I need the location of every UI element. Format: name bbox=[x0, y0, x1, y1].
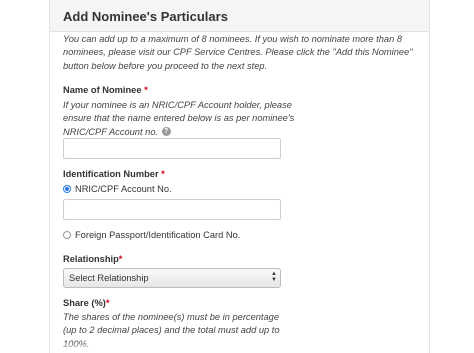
nominee-form-panel: Add Nominee's Particulars You can add up… bbox=[49, 0, 430, 353]
name-hint-text: If your nominee is an NRIC/CPF Account h… bbox=[63, 100, 295, 137]
name-hint: If your nominee is an NRIC/CPF Account h… bbox=[63, 99, 303, 139]
panel-title: Add Nominee's Particulars bbox=[63, 9, 228, 24]
relationship-selected-value: Select Relationship bbox=[69, 273, 149, 283]
id-label-text: Identification Number bbox=[63, 169, 159, 179]
relationship-select[interactable]: Select Relationship ▲ ▼ bbox=[63, 268, 281, 288]
name-of-nominee-label: Name of Nominee * bbox=[63, 85, 148, 95]
intro-text: You can add up to a maximum of 8 nominee… bbox=[63, 34, 413, 71]
nric-radio-label[interactable]: NRIC/CPF Account No. bbox=[75, 184, 172, 194]
required-mark: * bbox=[118, 254, 123, 264]
share-label: Share (%)* bbox=[63, 298, 110, 308]
required-mark: * bbox=[105, 298, 110, 308]
relationship-label: Relationship* bbox=[63, 254, 122, 264]
panel-header: Add Nominee's Particulars bbox=[50, 0, 429, 32]
identification-number-label: Identification Number * bbox=[63, 169, 165, 179]
relationship-label-text: Relationship bbox=[63, 254, 119, 264]
required-mark: * bbox=[144, 85, 148, 95]
foreign-radio-button[interactable] bbox=[63, 231, 71, 239]
bottom-fade bbox=[50, 341, 429, 353]
name-label-text: Name of Nominee bbox=[63, 85, 142, 95]
nominee-name-input[interactable] bbox=[63, 138, 281, 159]
required-mark: * bbox=[161, 169, 165, 179]
radio-nric-option[interactable]: NRIC/CPF Account No. bbox=[63, 184, 172, 194]
radio-foreign-option[interactable]: Foreign Passport/Identification Card No. bbox=[63, 230, 240, 240]
foreign-radio-label[interactable]: Foreign Passport/Identification Card No. bbox=[75, 230, 240, 240]
nric-number-input[interactable] bbox=[63, 199, 281, 220]
select-arrows-icon: ▲ ▼ bbox=[271, 271, 277, 283]
help-icon[interactable]: ? bbox=[161, 126, 171, 136]
nric-radio-button[interactable] bbox=[63, 185, 71, 193]
share-label-text: Share (%) bbox=[63, 298, 106, 308]
